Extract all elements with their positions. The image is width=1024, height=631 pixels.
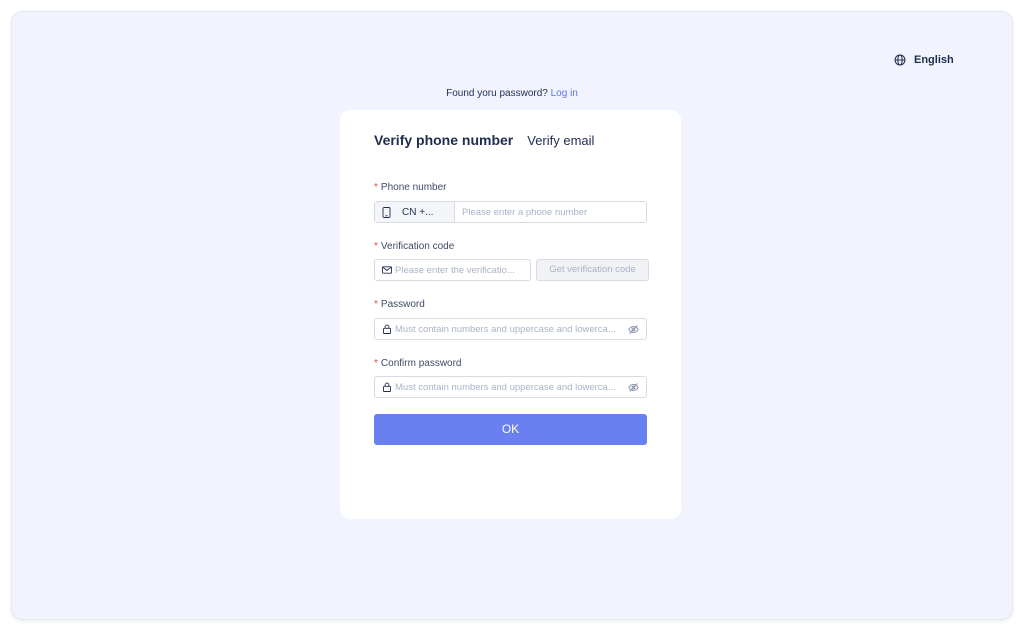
required-mark: * — [374, 358, 378, 369]
login-link[interactable]: Log in — [551, 88, 578, 99]
phone-icon — [382, 206, 391, 218]
confirm-password-input[interactable] — [392, 377, 628, 397]
ok-button[interactable]: OK — [374, 414, 647, 445]
reset-password-card: Verify phone number Verify email * Phone … — [340, 110, 681, 519]
phone-label: * Phone number — [374, 182, 447, 193]
password-label-text: Password — [380, 299, 425, 310]
phone-label-text: Phone number — [380, 182, 447, 193]
password-input[interactable] — [392, 319, 628, 339]
phone-field: CN +... — [374, 201, 647, 223]
app-window: English Found yoru password? Log in Veri… — [12, 12, 1012, 619]
code-label-text: Verification code — [380, 241, 455, 252]
password-label: * Password — [374, 299, 425, 310]
lock-icon — [383, 324, 391, 334]
code-input[interactable] — [392, 260, 530, 280]
get-code-button[interactable]: Get verification code — [536, 259, 649, 281]
required-mark: * — [374, 182, 378, 193]
verify-tabs: Verify phone number Verify email — [374, 132, 594, 148]
code-field — [374, 259, 531, 281]
country-code-value: CN +... — [402, 206, 434, 218]
confirm-password-field — [374, 376, 647, 398]
code-label: * Verification code — [374, 241, 454, 252]
mail-icon — [382, 266, 392, 274]
country-code-select[interactable]: CN +... — [375, 202, 455, 222]
required-mark: * — [374, 299, 378, 310]
language-switcher[interactable]: English — [894, 52, 954, 68]
confirm-password-label-text: Confirm password — [380, 358, 462, 369]
confirm-password-label: * Confirm password — [374, 358, 462, 369]
phone-input[interactable] — [455, 202, 646, 222]
language-label: English — [914, 54, 954, 66]
tab-verify-phone[interactable]: Verify phone number — [374, 132, 513, 148]
required-mark: * — [374, 241, 378, 252]
eye-off-icon[interactable] — [628, 324, 639, 335]
login-prompt: Found yoru password? Log in — [12, 88, 1012, 99]
eye-off-icon[interactable] — [628, 382, 639, 393]
login-prompt-text: Found yoru password? — [446, 88, 548, 99]
tab-verify-email[interactable]: Verify email — [527, 133, 594, 148]
lock-icon — [383, 382, 391, 392]
globe-icon — [894, 54, 906, 66]
password-field — [374, 318, 647, 340]
